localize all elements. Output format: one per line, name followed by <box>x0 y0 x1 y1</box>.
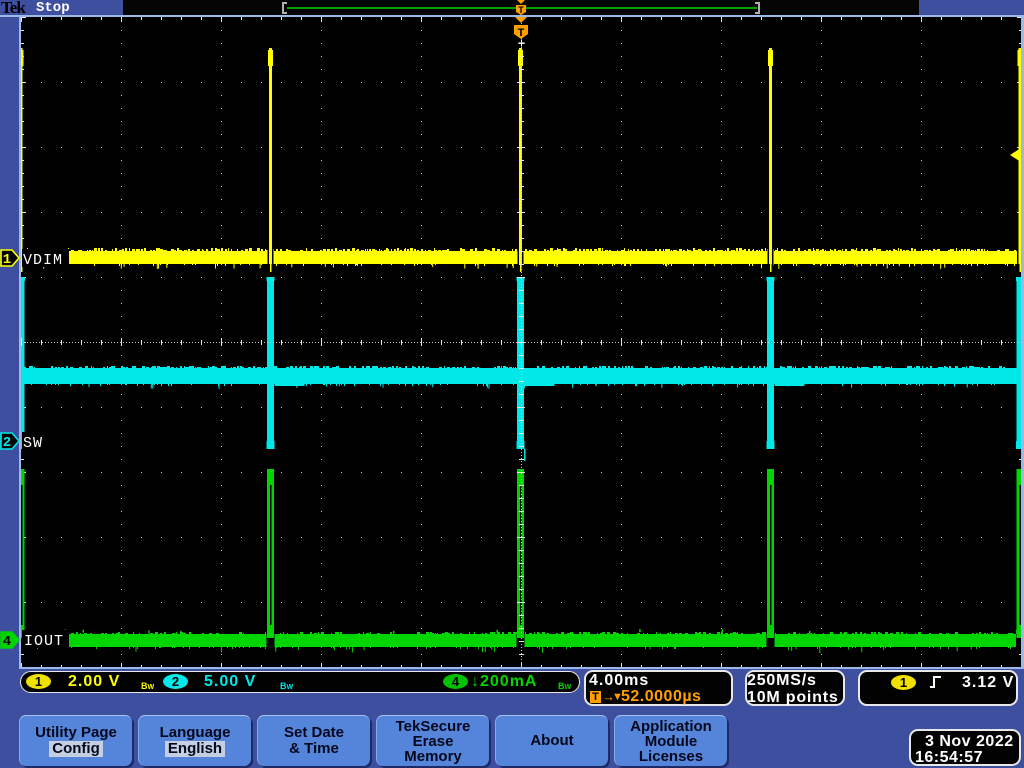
svg-text:VDIM: VDIM <box>23 252 63 269</box>
svg-text:T: T <box>518 5 524 15</box>
svg-text:T: T <box>518 27 525 39</box>
svg-text:4: 4 <box>3 634 11 650</box>
svg-text:IOUT: IOUT <box>24 633 64 650</box>
svg-text:SW: SW <box>23 435 43 452</box>
svg-text:2: 2 <box>3 435 11 451</box>
svg-text:1: 1 <box>3 252 11 268</box>
